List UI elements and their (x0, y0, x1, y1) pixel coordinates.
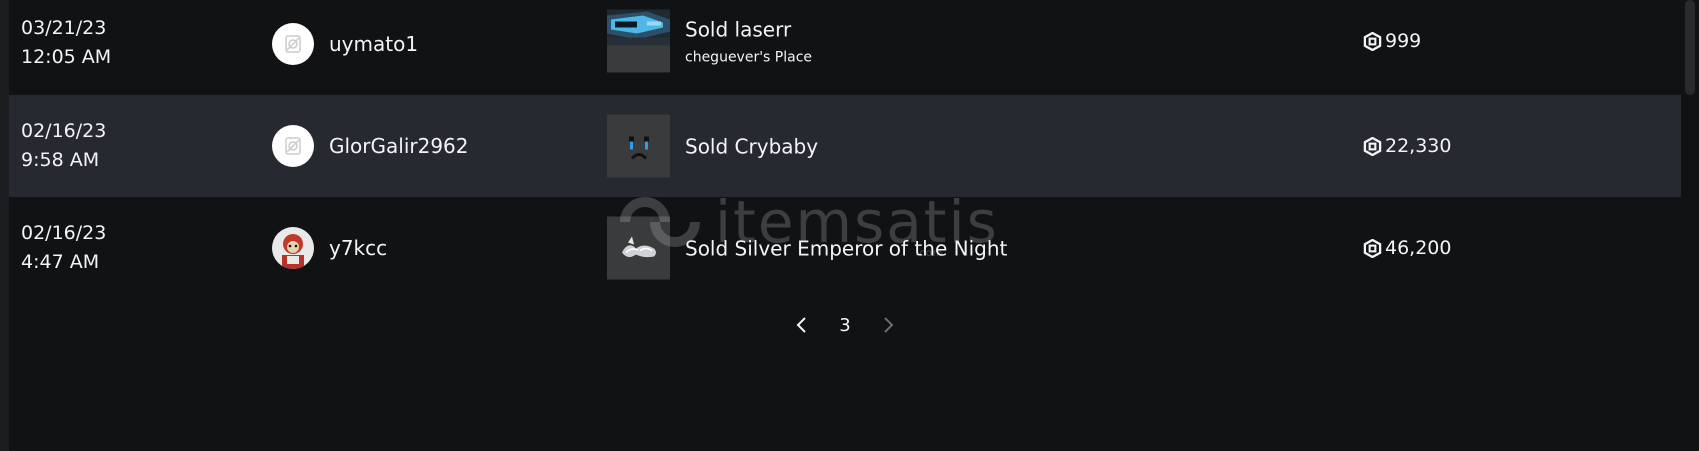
sale-amount: 22,330 (1363, 135, 1451, 157)
placeholder-avatar-icon[interactable] (272, 125, 314, 167)
buyer[interactable]: y7kcc (272, 226, 387, 270)
robux-icon (1363, 136, 1382, 156)
sold-item: Sold Silver Emperor of the Night (607, 216, 1007, 280)
item-thumbnail[interactable] (607, 9, 670, 73)
sale-date-day: 02/16/23 (21, 222, 107, 244)
buyer[interactable]: uymato1 (272, 22, 418, 66)
buyer-username[interactable]: GlorGalir2962 (329, 134, 469, 158)
item-title[interactable]: Sold Silver Emperor of the Night (685, 236, 1007, 260)
sales-table: 03/21/23 12:05 AM uymato1 Sold laserr ch… (9, 0, 1681, 299)
item-title[interactable]: Sold laserr (685, 17, 812, 41)
robux-icon (1363, 31, 1382, 51)
buyer[interactable]: GlorGalir2962 (272, 124, 469, 168)
item-thumbnail[interactable] (607, 216, 670, 280)
chevron-left-icon[interactable] (790, 313, 814, 337)
sale-date-time: 4:47 AM (21, 251, 100, 273)
table-row: 02/16/23 4:47 AM y7kcc Sold Silver Emper… (9, 197, 1681, 299)
sale-amount: 46,200 (1363, 237, 1451, 259)
pagination: 3 (790, 309, 900, 341)
sale-amount-value: 999 (1385, 30, 1422, 52)
buyer-username[interactable]: y7kcc (329, 236, 387, 260)
sold-item: Sold laserr cheguever's Place (607, 9, 812, 73)
sale-amount: 999 (1363, 30, 1421, 52)
robux-icon (1363, 238, 1382, 258)
table-row: 03/21/23 12:05 AM uymato1 Sold laserr ch… (9, 0, 1681, 95)
sale-date: 02/16/23 9:58 AM (21, 117, 221, 175)
scrollbar[interactable] (1681, 0, 1699, 451)
table-row: 02/16/23 9:58 AM GlorGalir2962 Sold Cryb… (9, 95, 1681, 197)
current-page-number: 3 (839, 314, 851, 336)
sale-date-time: 9:58 AM (21, 149, 100, 171)
buyer-username[interactable]: uymato1 (329, 32, 418, 56)
item-thumbnail[interactable] (607, 114, 670, 178)
character-avatar[interactable] (272, 227, 314, 269)
left-edge-strip (0, 0, 9, 451)
sale-amount-value: 46,200 (1385, 237, 1452, 259)
sale-date-day: 03/21/23 (21, 17, 107, 39)
sale-date: 03/21/23 12:05 AM (21, 14, 221, 72)
sale-date: 02/16/23 4:47 AM (21, 219, 221, 277)
sale-date-time: 12:05 AM (21, 46, 112, 68)
sale-date-day: 02/16/23 (21, 120, 107, 142)
item-place[interactable]: cheguever's Place (685, 49, 812, 65)
sold-item: Sold Crybaby (607, 114, 818, 178)
item-title[interactable]: Sold Crybaby (685, 134, 818, 158)
sale-amount-value: 22,330 (1385, 135, 1452, 157)
scrollbar-thumb[interactable] (1685, 0, 1695, 95)
placeholder-avatar-icon[interactable] (272, 23, 314, 65)
chevron-right-icon[interactable] (876, 313, 900, 337)
